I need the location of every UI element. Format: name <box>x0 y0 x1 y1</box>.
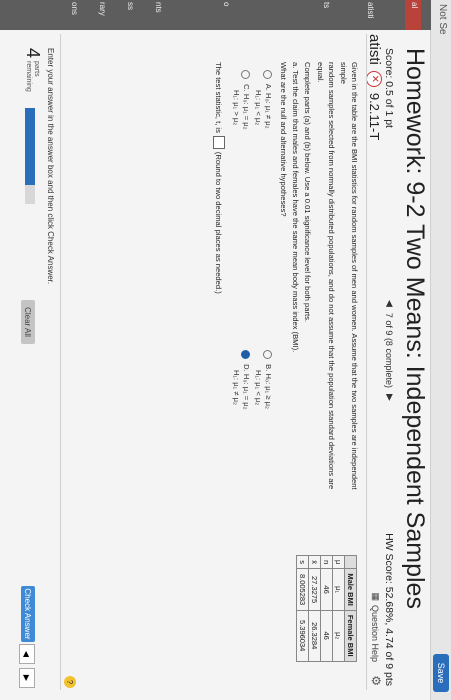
option-d-radio[interactable] <box>241 350 251 359</box>
prev-arrow-button[interactable]: ◀ <box>19 644 35 664</box>
homework-page: Not Se Save al atisti ts o nts ss rary o… <box>0 0 451 700</box>
next-arrow-button[interactable]: ▶ <box>19 668 35 688</box>
parts-count: 4 <box>23 48 43 59</box>
problem-line: random samples selected from normally di… <box>316 62 336 490</box>
option-letter: A. <box>264 83 273 91</box>
table-cell: 46 <box>320 568 333 611</box>
parts-label: parts remaining <box>25 61 41 92</box>
parts-label-line: remaining <box>25 61 33 92</box>
question-navigator: ◀ 7 of 9 (8 complete) ▶ <box>384 300 396 401</box>
help-icon[interactable]: ? <box>64 676 76 688</box>
hw-score: HW Score: 52.68%, 4.74 of 9 pts <box>383 533 395 686</box>
question-help-label: Question Help <box>370 604 381 662</box>
problem-line: Given in the table are the BMI statistic… <box>339 62 359 490</box>
option-a-h1: H₁: μ₁ < μ₂ <box>254 90 263 126</box>
option-h0: H₀: μ₁ = μ₂ <box>242 93 251 130</box>
parts-remaining: 4 parts remaining <box>22 48 43 92</box>
option-d[interactable]: D. H₀: μ₁ = μ₂ <box>241 350 251 410</box>
table-cell: 27.3275 <box>308 568 321 611</box>
test-statistic-row: The test statistic, t, is (Round to two … <box>213 62 225 294</box>
sidebar-label: rary <box>98 2 107 16</box>
left-sidebar: al atisti ts o nts ss rary ons <box>0 0 431 30</box>
option-a-radio[interactable] <box>263 70 273 79</box>
progress-fill <box>25 108 35 185</box>
option-h0: H₀: μ₁ ≥ μ₂ <box>264 373 273 409</box>
parts-progress-bar <box>25 108 35 204</box>
table-header: Female BMI <box>344 610 357 662</box>
option-b-h1: H₁: μ₁ < μ₂ <box>254 370 263 406</box>
sidebar-label: atisti <box>366 2 375 19</box>
test-stat-label: The test statistic, t, is <box>214 62 224 133</box>
question-id-prefix: atisti <box>366 34 383 65</box>
question-id-row: atisti ✕ 9.2.11-T <box>366 34 383 140</box>
table-cell: x̄ <box>308 555 321 569</box>
option-c[interactable]: C. H₀: μ₁ = μ₂ <box>241 70 251 130</box>
question-help[interactable]: ▦ Question Help <box>370 592 382 662</box>
table-row: s 8.005283 5.396034 <box>296 555 309 662</box>
grid-icon: ▦ <box>371 592 381 601</box>
table-cell: μ <box>332 555 345 569</box>
next-question-icon[interactable]: ▶ <box>384 394 395 401</box>
option-b-radio[interactable] <box>263 350 273 359</box>
table-cell: 8.005283 <box>296 568 309 611</box>
prev-question-icon[interactable]: ◀ <box>384 300 395 307</box>
table-cell: 5.396034 <box>296 610 309 662</box>
table-cell: n <box>320 555 333 569</box>
problem-line: Complete parts (a) and (b) below. Use a … <box>303 62 313 323</box>
incorrect-icon: ✕ <box>366 70 383 87</box>
option-a[interactable]: A. H₀: μ₁ ≠ μ₂ <box>263 70 273 129</box>
question-nav-label[interactable]: 7 of 9 (8 complete) <box>385 313 395 388</box>
not-secure-label: Not Se <box>437 4 448 35</box>
problem-text: Given in the table are the BMI statistic… <box>300 62 360 502</box>
option-h0: H₀: μ₁ = μ₂ <box>242 373 251 410</box>
option-letter: D. <box>242 364 251 372</box>
table-cell: s <box>296 555 309 569</box>
sidebar-label: ss <box>126 2 135 10</box>
sidebar-label: al <box>410 2 419 9</box>
footer-divider <box>60 34 61 690</box>
divider <box>366 34 367 690</box>
page-title: Homework: 9-2 Two Means: Independent Sam… <box>401 48 429 609</box>
option-letter: B. <box>264 364 273 372</box>
sidebar-label: ts <box>322 2 331 9</box>
answer-instruction: Enter your answer in the answer box and … <box>46 48 55 285</box>
question-arrows: ◀ ▶ <box>19 644 35 688</box>
table-row: n 46 46 <box>320 555 333 662</box>
option-d-h1: H₁: μ₁ ≠ μ₂ <box>232 370 241 405</box>
table-cell: 46 <box>320 610 333 662</box>
question-score: Score: 0.5 of 1 pt <box>383 48 395 128</box>
option-b[interactable]: B. H₀: μ₁ ≥ μ₂ <box>263 350 273 409</box>
test-statistic-input[interactable] <box>213 135 225 149</box>
question-id: 9.2.11-T <box>367 92 382 141</box>
option-c-h1: H₁: μ₁ > μ₂ <box>232 90 241 126</box>
option-letter: C. <box>242 84 251 92</box>
option-c-radio[interactable] <box>241 70 251 79</box>
table-row: x̄ 27.3275 26.3284 <box>308 555 321 662</box>
check-answer-button[interactable]: Check Answer <box>21 586 35 642</box>
table-header <box>344 555 357 569</box>
clear-all-button[interactable]: Clear All <box>21 300 35 344</box>
table-row: μ μ₁ μ₂ <box>332 555 345 662</box>
sidebar-label: o <box>222 2 231 7</box>
parts-label-line: parts <box>33 61 41 77</box>
sidebar-label: ons <box>70 2 79 15</box>
bmi-stats-table: Male BMI Female BMI μ μ₁ μ₂ n 46 46 x̄ 2… <box>296 555 357 662</box>
table-header: Male BMI <box>344 568 357 611</box>
gear-icon[interactable]: ⚙ <box>369 675 383 686</box>
hypotheses-prompt: What are the null and alternative hypoth… <box>279 62 288 217</box>
browser-top-bar: Not Se Save <box>430 0 451 700</box>
rounding-note: (Round to two decimal places as needed.) <box>214 151 224 294</box>
option-h0: H₀: μ₁ ≠ μ₂ <box>264 93 273 129</box>
table-cell: μ₁ <box>332 568 345 611</box>
table-cell: μ₂ <box>332 610 345 662</box>
sidebar-label: nts <box>154 2 163 13</box>
save-button[interactable]: Save <box>433 654 449 692</box>
table-cell: 26.3284 <box>308 610 321 662</box>
part-a-label: a. Test the claim that males and females… <box>291 62 300 353</box>
